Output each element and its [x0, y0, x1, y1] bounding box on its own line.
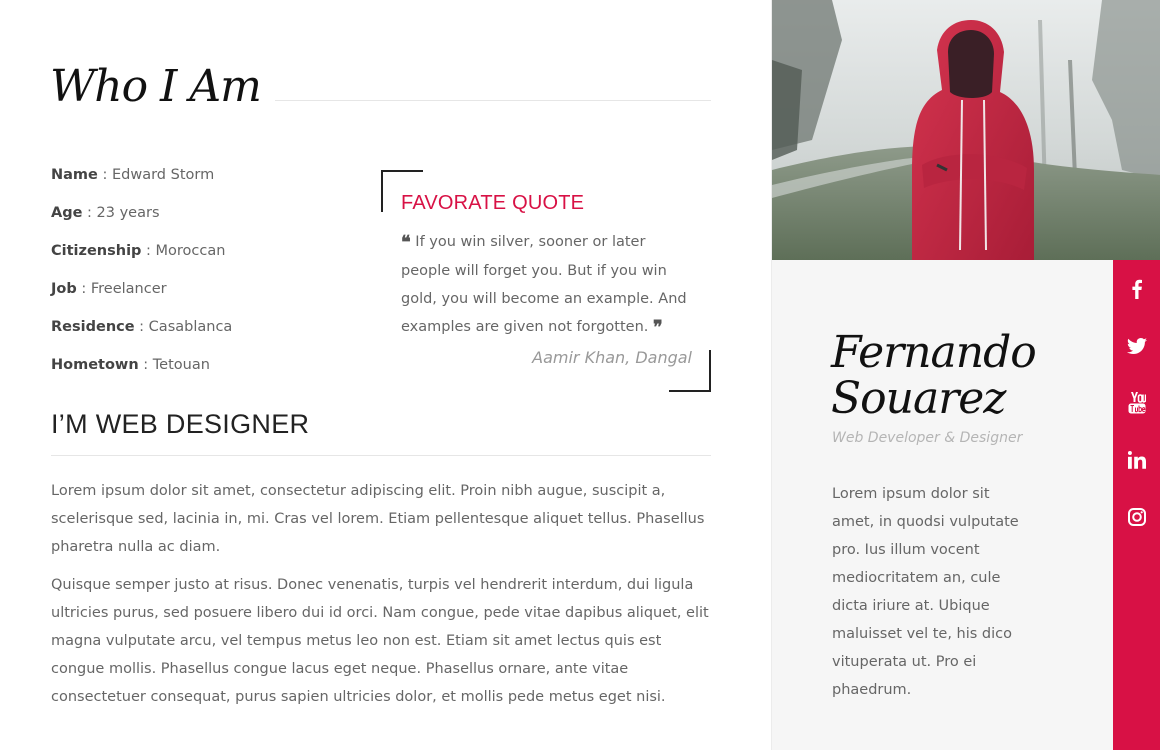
instagram-link[interactable] — [1113, 495, 1160, 539]
info-key: Job — [51, 281, 77, 297]
quote-heading: FAVORATE QUOTE — [401, 192, 585, 214]
section-title: Who I Am — [50, 61, 262, 112]
info-value: : Casablanca — [134, 319, 233, 335]
quote-close-icon: ❞ — [652, 317, 663, 338]
profile-last-name: Souarez — [831, 373, 1006, 424]
info-row-hometown: Hometown : Tetouan — [51, 350, 351, 388]
info-key: Hometown — [51, 357, 139, 373]
info-key: Age — [51, 205, 83, 221]
designer-divider — [51, 455, 711, 456]
personal-info-list: Name : Edward Storm Age : 23 years Citiz… — [51, 160, 351, 388]
info-row-residence: Residence : Casablanca — [51, 312, 351, 350]
linkedin-icon — [1128, 451, 1146, 469]
facebook-icon — [1132, 279, 1142, 299]
info-value: : Freelancer — [76, 281, 167, 297]
info-value: : Edward Storm — [97, 167, 215, 183]
quote-author: Aamir Khan, Dangal — [532, 348, 692, 367]
about-paragraph-2: Quisque semper justo at risus. Donec ven… — [51, 577, 709, 705]
profile-card: Fernando Souarez Web Developer & Designe… — [771, 0, 1160, 750]
linkedin-link[interactable] — [1113, 438, 1160, 482]
info-key: Residence — [51, 319, 135, 335]
info-value: : Tetouan — [138, 357, 210, 373]
quote-body: ❝ If you win silver, sooner or later peo… — [401, 228, 696, 342]
profile-name: Fernando Souarez — [831, 327, 1037, 424]
youtube-link[interactable] — [1113, 381, 1160, 425]
profile-first-name: Fernando — [831, 327, 1037, 378]
about-section: Who I Am Name : Edward Storm Age : 23 ye… — [0, 0, 771, 750]
profile-bio: Lorem ipsum dolor sit amet, in quodsi vu… — [832, 486, 1019, 698]
facebook-link[interactable] — [1113, 267, 1160, 311]
profile-role: Web Developer & Designer — [832, 430, 1023, 446]
info-row-age: Age : 23 years — [51, 198, 351, 236]
info-key: Citizenship — [51, 243, 142, 259]
info-row-citizenship: Citizenship : Moroccan — [51, 236, 351, 274]
about-paragraph-1: Lorem ipsum dolor sit amet, consectetur … — [51, 483, 705, 555]
info-row-name: Name : Edward Storm — [51, 160, 351, 198]
quote-text: If you win silver, sooner or later peopl… — [401, 234, 687, 335]
section-title-row: Who I Am — [50, 62, 711, 112]
designer-heading: I’M WEB DESIGNER — [51, 409, 310, 439]
favorite-quote: FAVORATE QUOTE ❝ If you win silver, soon… — [381, 170, 711, 392]
info-value: : Moroccan — [141, 243, 226, 259]
info-row-job: Job : Freelancer — [51, 274, 351, 312]
title-divider — [275, 100, 711, 101]
info-value: : 23 years — [82, 205, 160, 221]
twitter-icon — [1127, 338, 1147, 354]
social-sidebar — [1113, 260, 1160, 750]
quote-open-icon: ❝ — [401, 232, 411, 253]
twitter-link[interactable] — [1113, 324, 1160, 368]
instagram-icon — [1128, 508, 1146, 526]
youtube-icon — [1128, 392, 1146, 414]
profile-photo — [772, 0, 1160, 260]
info-key: Name — [51, 167, 98, 183]
